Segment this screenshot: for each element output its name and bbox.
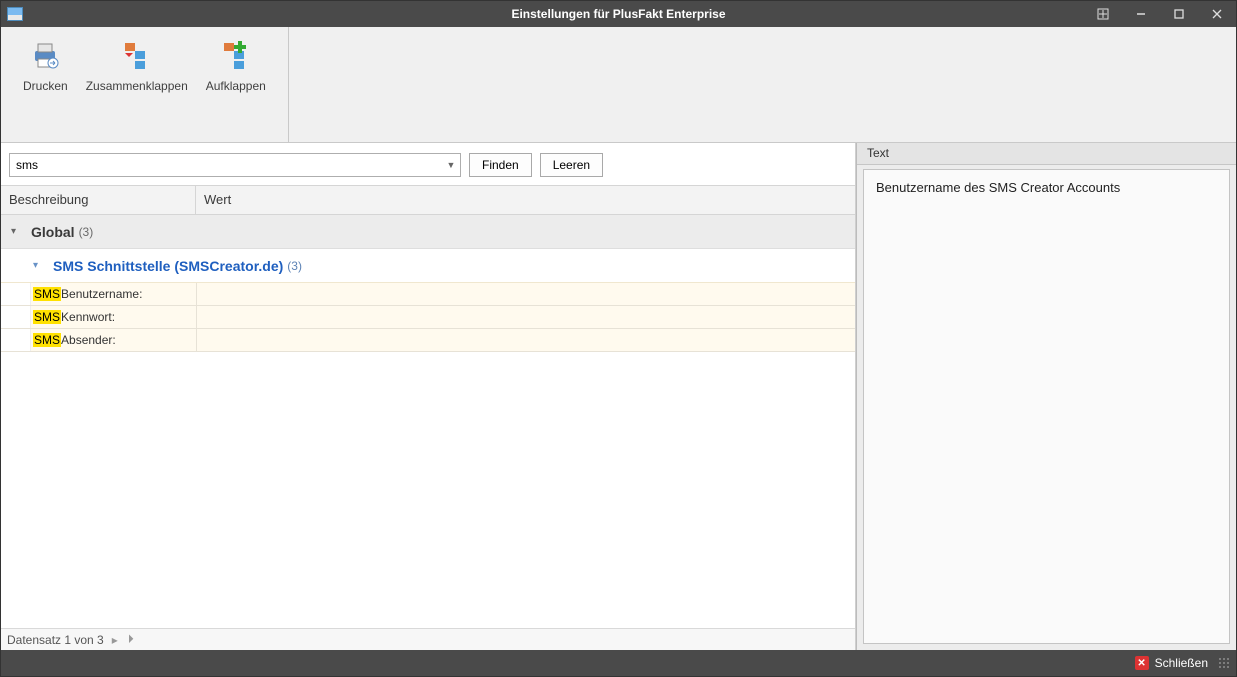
- titlebar: Einstellungen für PlusFakt Enterprise: [1, 1, 1236, 27]
- search-row: ▼ Finden Leeren: [1, 143, 855, 185]
- paginator: Datensatz 1 von 3 ▸ ⏵: [1, 628, 855, 650]
- row-description: SMS Kennwort:: [31, 310, 196, 324]
- search-combo[interactable]: ▼: [9, 153, 461, 177]
- row-indent: [1, 329, 31, 351]
- resize-grip-icon[interactable]: [1218, 657, 1230, 669]
- printer-icon: [29, 39, 61, 71]
- row-description: SMS Benutzername:: [31, 287, 196, 301]
- print-label: Drucken: [23, 79, 68, 93]
- highlight: SMS: [33, 310, 61, 324]
- clear-button[interactable]: Leeren: [540, 153, 603, 177]
- nav-last-icon[interactable]: ⏵: [126, 632, 136, 647]
- print-button[interactable]: Drucken: [23, 33, 68, 142]
- table-row[interactable]: SMS Kennwort:: [1, 306, 855, 329]
- group-global[interactable]: ▾ Global (3): [1, 215, 855, 249]
- collapse-button[interactable]: Zusammenklappen: [86, 33, 188, 142]
- col-value[interactable]: Wert: [196, 186, 855, 214]
- row-value[interactable]: [196, 306, 855, 328]
- expand-icon: [220, 39, 252, 71]
- chevron-down-icon[interactable]: ▾: [11, 226, 25, 237]
- ribbon: Drucken Zusammenklappen: [1, 27, 1236, 143]
- right-pane: Text Benutzername des SMS Creator Accoun…: [856, 143, 1236, 650]
- highlight: SMS: [33, 287, 61, 301]
- table-row[interactable]: SMS Benutzername:: [1, 283, 855, 306]
- row-value[interactable]: [196, 283, 855, 305]
- row-rest: Benutzername:: [61, 287, 142, 301]
- row-value[interactable]: [196, 329, 855, 351]
- paginator-text: Datensatz 1 von 3: [7, 633, 104, 647]
- window-title: Einstellungen für PlusFakt Enterprise: [1, 7, 1236, 21]
- table-row[interactable]: SMS Absender:: [1, 329, 855, 352]
- group-sms[interactable]: ▾ SMS Schnittstelle (SMSCreator.de) (3): [1, 249, 855, 283]
- minimize-button[interactable]: [1122, 1, 1160, 27]
- close-button[interactable]: ✕ Schließen: [1129, 654, 1214, 672]
- collapse-label: Zusammenklappen: [86, 79, 188, 93]
- bottombar: ✕ Schließen: [1, 650, 1236, 676]
- app-icon: [7, 7, 23, 21]
- left-pane: ▼ Finden Leeren Beschreibung Wert ▾ Glob…: [1, 143, 856, 650]
- search-input[interactable]: [9, 153, 461, 177]
- row-indent: [1, 306, 31, 328]
- row-rest: Absender:: [61, 333, 116, 347]
- data-rows: SMS Benutzername:SMS Kennwort:SMS Absend…: [1, 283, 855, 352]
- close-icon: ✕: [1135, 656, 1149, 670]
- group-sms-count: (3): [287, 259, 302, 273]
- side-body: Benutzername des SMS Creator Accounts: [863, 169, 1230, 644]
- row-indent: [1, 283, 31, 305]
- side-header: Text: [857, 143, 1236, 165]
- window-controls: [1084, 1, 1236, 27]
- col-description[interactable]: Beschreibung: [1, 186, 196, 214]
- row-rest: Kennwort:: [61, 310, 115, 324]
- window-extra-button[interactable]: [1084, 1, 1122, 27]
- nav-next-icon[interactable]: ▸: [110, 633, 120, 647]
- close-label: Schließen: [1155, 656, 1208, 670]
- expand-label: Aufklappen: [206, 79, 266, 93]
- dropdown-icon[interactable]: ▼: [442, 154, 460, 176]
- column-header: Beschreibung Wert: [1, 185, 855, 215]
- ribbon-group: Drucken Zusammenklappen: [1, 27, 289, 142]
- find-button[interactable]: Finden: [469, 153, 532, 177]
- chevron-down-icon[interactable]: ▾: [33, 260, 47, 271]
- client-area: ▼ Finden Leeren Beschreibung Wert ▾ Glob…: [1, 143, 1236, 650]
- row-description: SMS Absender:: [31, 333, 196, 347]
- group-global-count: (3): [79, 225, 94, 239]
- group-global-name: Global: [31, 224, 75, 240]
- highlight: SMS: [33, 333, 61, 347]
- group-sms-name: SMS Schnittstelle (SMSCreator.de): [53, 258, 283, 274]
- close-window-button[interactable]: [1198, 1, 1236, 27]
- maximize-button[interactable]: [1160, 1, 1198, 27]
- expand-button[interactable]: Aufklappen: [206, 33, 266, 142]
- collapse-icon: [121, 39, 153, 71]
